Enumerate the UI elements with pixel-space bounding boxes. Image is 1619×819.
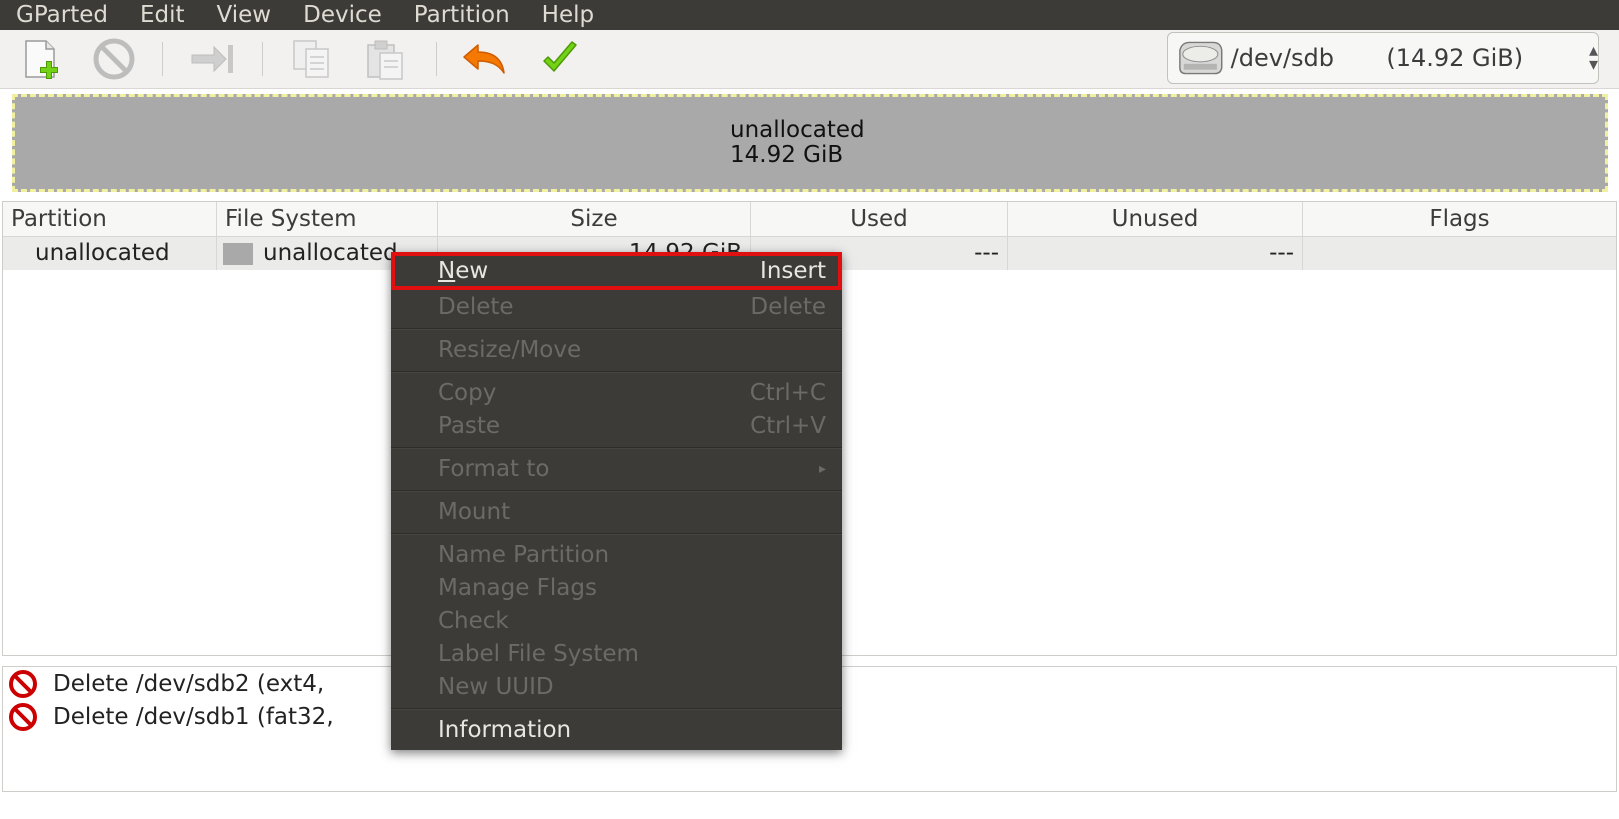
menu-separator bbox=[391, 371, 842, 373]
menu-separator bbox=[391, 447, 842, 449]
menu-item-label: Resize/Move bbox=[438, 337, 582, 363]
apply-button[interactable] bbox=[536, 36, 584, 82]
no-entry-icon bbox=[9, 670, 37, 698]
copy-icon bbox=[293, 40, 329, 78]
cell-partition: unallocated bbox=[3, 237, 217, 270]
no-entry-icon bbox=[9, 703, 37, 731]
column-file-system[interactable]: File System bbox=[217, 202, 438, 236]
cell-unused: --- bbox=[1008, 237, 1303, 270]
filesystem-color-swatch bbox=[223, 242, 253, 265]
menu-item-copy[interactable]: Copy Ctrl+C bbox=[391, 377, 842, 409]
menu-item-mount[interactable]: Mount bbox=[391, 496, 842, 528]
menu-item-label-file-system[interactable]: Label File System bbox=[391, 638, 842, 670]
menu-separator bbox=[391, 533, 842, 535]
device-path: /dev/sdb bbox=[1230, 44, 1335, 72]
menu-item-manage-flags[interactable]: Manage Flags bbox=[391, 572, 842, 604]
menu-item-label: Label File System bbox=[438, 641, 639, 667]
new-partition-button[interactable] bbox=[18, 36, 66, 82]
menu-item-label: Paste bbox=[438, 413, 501, 439]
menu-item-label: Information bbox=[438, 717, 572, 743]
menu-item-name-partition[interactable]: Name Partition bbox=[391, 539, 842, 571]
toolbar-separator bbox=[262, 42, 263, 76]
menu-item-label: Check bbox=[438, 608, 509, 634]
menu-gparted[interactable]: GParted bbox=[0, 0, 124, 30]
partition-context-menu: New Insert Delete Delete Resize/Move Cop… bbox=[391, 252, 842, 750]
menu-item-label: New UUID bbox=[438, 674, 554, 700]
new-document-icon bbox=[25, 40, 58, 79]
menu-item-resize-move[interactable]: Resize/Move bbox=[391, 334, 842, 366]
checkmark-icon bbox=[543, 41, 577, 72]
combo-arrows-icon: ▴ ▾ bbox=[1588, 40, 1598, 75]
cell-flags bbox=[1303, 237, 1616, 270]
column-size[interactable]: Size bbox=[438, 202, 751, 236]
column-partition[interactable]: Partition bbox=[3, 202, 217, 236]
paste-button[interactable] bbox=[362, 36, 410, 82]
menu-item-label: Delete bbox=[438, 294, 514, 320]
copy-button[interactable] bbox=[288, 36, 336, 82]
toolbar: /dev/sdb (14.92 GiB) ▴ ▾ bbox=[0, 30, 1619, 89]
menu-item-label: Copy bbox=[438, 380, 497, 406]
menu-item-format-to[interactable]: Format to ▸ bbox=[391, 453, 842, 485]
menu-item-label: Name Partition bbox=[438, 542, 610, 568]
operation-text: Delete /dev/sdb2 (ext4, bbox=[53, 671, 325, 697]
disk-map-label: unallocated bbox=[730, 117, 865, 143]
menu-item-label: Mount bbox=[438, 499, 511, 525]
undo-arrow-icon bbox=[463, 44, 505, 74]
menu-item-accel: Ctrl+C bbox=[749, 380, 826, 406]
disk-map-size: 14.92 GiB bbox=[730, 142, 844, 168]
resize-move-button[interactable] bbox=[188, 36, 236, 82]
column-unused[interactable]: Unused bbox=[1008, 202, 1303, 236]
operation-text: Delete /dev/sdb1 (fat32, bbox=[53, 704, 334, 730]
device-selector[interactable]: /dev/sdb (14.92 GiB) ▴ ▾ bbox=[1167, 32, 1599, 84]
hard-disk-icon bbox=[1179, 41, 1223, 75]
delete-partition-button[interactable] bbox=[90, 36, 138, 82]
toolbar-separator bbox=[162, 42, 163, 76]
menu-item-label: Format to bbox=[438, 456, 550, 482]
arrow-to-bar-icon bbox=[191, 45, 233, 73]
highlight-box bbox=[391, 252, 842, 290]
submenu-arrow-icon: ▸ bbox=[818, 461, 826, 477]
table-header: Partition File System Size Used Unused F… bbox=[3, 202, 1616, 237]
device-size: (14.92 GiB) bbox=[1386, 44, 1524, 72]
menu-item-accel: Ctrl+V bbox=[750, 413, 826, 439]
undo-button[interactable] bbox=[460, 36, 508, 82]
menu-device[interactable]: Device bbox=[287, 0, 398, 30]
column-flags[interactable]: Flags bbox=[1303, 202, 1616, 236]
disk-map-unallocated[interactable]: unallocated 14.92 GiB bbox=[12, 94, 1608, 192]
paste-icon bbox=[367, 40, 403, 80]
menu-item-information[interactable]: Information bbox=[391, 714, 842, 746]
cell-file-system-text: unallocated bbox=[263, 240, 398, 266]
list-item[interactable]: Delete /dev/sdb2 (ext4, bbox=[7, 668, 324, 700]
menu-help[interactable]: Help bbox=[526, 0, 610, 30]
column-used[interactable]: Used bbox=[751, 202, 1008, 236]
no-entry-icon bbox=[93, 38, 135, 80]
menu-separator bbox=[391, 490, 842, 492]
menu-item-accel: Delete bbox=[750, 294, 826, 320]
toolbar-separator bbox=[436, 42, 437, 76]
menubar: GParted Edit View Device Partition Help bbox=[0, 0, 1619, 30]
menu-separator bbox=[391, 708, 842, 710]
menu-item-label: Manage Flags bbox=[438, 575, 597, 601]
menu-edit[interactable]: Edit bbox=[124, 0, 201, 30]
menu-item-paste[interactable]: Paste Ctrl+V bbox=[391, 410, 842, 442]
menu-item-delete[interactable]: Delete Delete bbox=[391, 291, 842, 323]
menu-item-new-uuid[interactable]: New UUID bbox=[391, 671, 842, 703]
list-item[interactable]: Delete /dev/sdb1 (fat32, bbox=[7, 701, 334, 733]
menu-partition[interactable]: Partition bbox=[398, 0, 526, 30]
menu-separator bbox=[391, 328, 842, 330]
menu-item-check[interactable]: Check bbox=[391, 605, 842, 637]
menu-view[interactable]: View bbox=[201, 0, 288, 30]
